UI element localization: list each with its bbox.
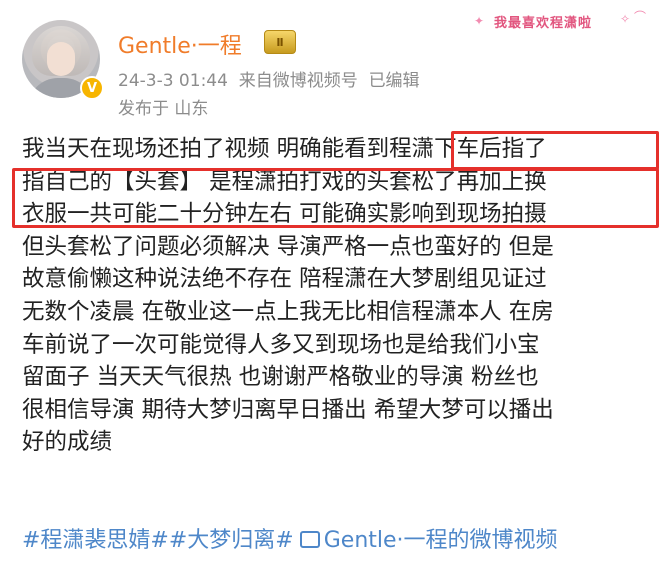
bird-icon: ⌒	[634, 10, 647, 24]
verified-badge-icon: V	[80, 76, 104, 100]
highlight-box	[451, 131, 659, 170]
highlight-box	[12, 168, 659, 228]
location: 发布于 山东	[118, 99, 209, 119]
avatar-face	[47, 42, 75, 76]
edited-label[interactable]: 已编辑	[369, 71, 420, 91]
post-meta: 24-3-3 01:44 来自微博视频号 已编辑	[118, 66, 420, 91]
username[interactable]: Gentle·一程	[118, 28, 242, 60]
body-line: 但头套松了问题必须解决 导演严格一点也蛮好的 但是	[22, 233, 554, 260]
hashtag-link[interactable]: #程潇裴思婧#	[22, 528, 169, 553]
star-icon: ✧	[620, 12, 631, 26]
source-name[interactable]: 微博视频号	[273, 71, 358, 91]
video-link[interactable]: Gentle·一程的微博视频	[324, 528, 558, 553]
watermark-sticker: ✦ 我最喜欢程潇啦 ✧ ⌒	[470, 6, 650, 36]
post-tags: #程潇裴思婧##大梦归离# Gentle·一程的微博视频	[22, 522, 558, 554]
sticker-text: 我最喜欢程潇啦	[494, 16, 593, 31]
video-icon	[299, 530, 320, 548]
level-badge-icon[interactable]: Ⅱ	[264, 30, 296, 54]
star-icon: ✦	[474, 14, 485, 28]
body-line: 车前说了一次可能觉得人多又到现场也是给我们小宝	[22, 331, 540, 358]
hashtag-link[interactable]: #大梦归离#	[169, 528, 294, 553]
body-line: 很相信导演 期待大梦归离早日播出 希望大梦可以播出	[22, 396, 554, 423]
source-prefix: 来自	[238, 71, 273, 91]
body-line: 好的成绩	[22, 429, 113, 456]
body-line: 留面子 当天天气很热 也谢谢严格敬业的导演 粉丝也	[22, 364, 539, 391]
body-line: 无数个凌晨 在敬业这一点上我无比相信程潇本人 在房	[22, 298, 554, 325]
timestamp[interactable]: 24-3-3 01:44	[118, 71, 228, 91]
body-line: 故意偷懒这种说法绝不存在 陪程潇在大梦剧组见证过	[22, 266, 547, 293]
